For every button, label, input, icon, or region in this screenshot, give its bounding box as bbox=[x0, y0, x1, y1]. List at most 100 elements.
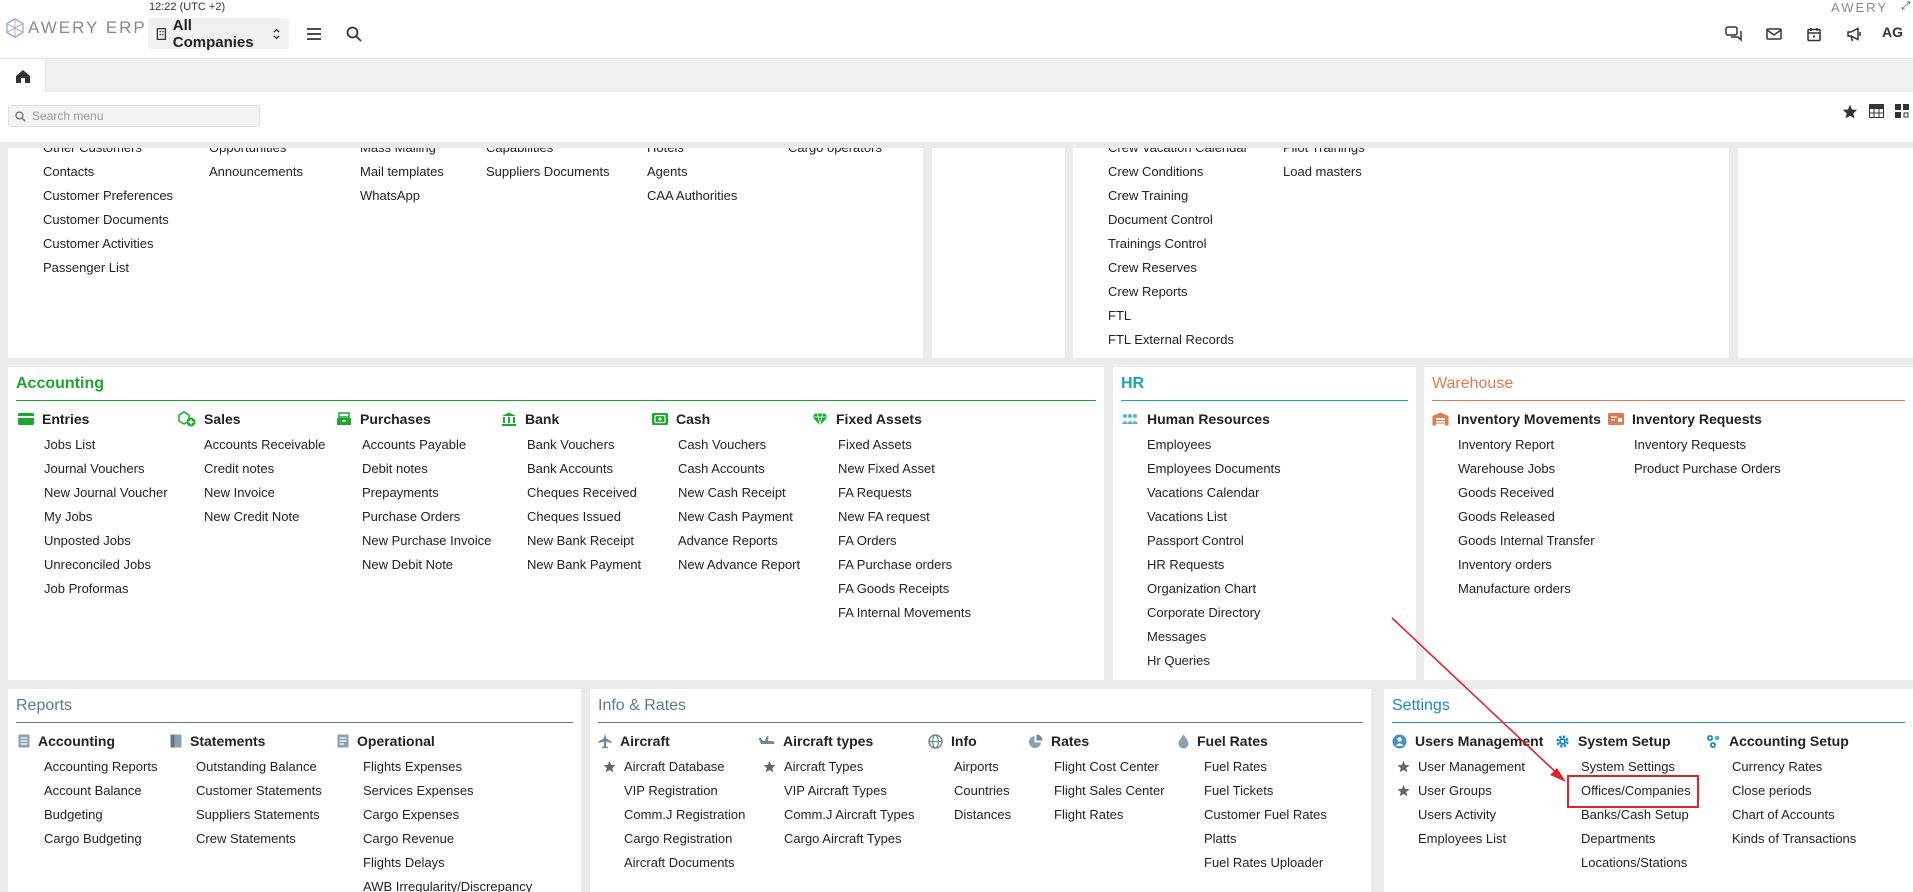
menu-item[interactable]: Job Proformas bbox=[18, 577, 168, 601]
menu-item[interactable]: Cargo Aircraft Types bbox=[758, 827, 915, 851]
menu-item[interactable]: FTL External Records bbox=[1108, 328, 1248, 352]
menu-item[interactable]: Flight Cost Center bbox=[1028, 755, 1165, 779]
menu-item[interactable]: Crew Training bbox=[1108, 184, 1248, 208]
menu-item[interactable]: VIP Registration bbox=[598, 779, 745, 803]
grid-view-button[interactable] bbox=[1893, 102, 1911, 120]
menu-item[interactable]: Journal Vouchers bbox=[18, 457, 168, 481]
menu-item[interactable]: Cash Vouchers bbox=[652, 433, 800, 457]
menu-item[interactable]: Cargo Registration bbox=[598, 827, 745, 851]
menu-item[interactable]: Accounts Receivable bbox=[178, 433, 325, 457]
menu-item[interactable]: Airports bbox=[928, 755, 1011, 779]
star-icon[interactable] bbox=[603, 760, 616, 773]
menu-item[interactable]: Inventory Requests bbox=[1608, 433, 1781, 457]
menu-item[interactable]: Outstanding Balance bbox=[170, 755, 322, 779]
menu-item[interactable]: Vacations List bbox=[1121, 505, 1281, 529]
menu-item[interactable]: Flights Delays bbox=[337, 851, 532, 875]
menu-item[interactable]: Flights Expenses bbox=[337, 755, 532, 779]
menu-item[interactable]: Document Control bbox=[1108, 208, 1248, 232]
menu-item[interactable]: Capabilities bbox=[486, 148, 610, 160]
menu-item[interactable]: My Jobs bbox=[18, 505, 168, 529]
menu-item[interactable]: Customer Statements bbox=[170, 779, 322, 803]
star-icon[interactable] bbox=[1397, 760, 1410, 773]
menu-item[interactable]: FA Orders bbox=[812, 529, 971, 553]
menu-item-favorite[interactable]: Aircraft Database bbox=[598, 755, 745, 779]
menu-item[interactable]: Hotels bbox=[647, 148, 737, 160]
menu-item[interactable]: New Credit Note bbox=[178, 505, 325, 529]
menu-item-offices-companies[interactable]: Offices/Companies bbox=[1555, 779, 1691, 803]
menu-item[interactable]: New Advance Report bbox=[652, 553, 800, 577]
menu-item[interactable]: Customer Activities bbox=[43, 232, 173, 256]
menu-toggle-button[interactable] bbox=[302, 22, 326, 46]
menu-item[interactable]: Banks/Cash Setup bbox=[1555, 803, 1691, 827]
search-menu-input[interactable] bbox=[32, 109, 252, 123]
menu-item[interactable]: Suppliers Documents bbox=[486, 160, 610, 184]
home-tab[interactable] bbox=[0, 59, 46, 93]
menu-item[interactable]: Platts bbox=[1178, 827, 1327, 851]
calendar-button[interactable] bbox=[1802, 22, 1826, 46]
menu-item[interactable]: WhatsApp bbox=[360, 184, 444, 208]
menu-item[interactable]: Cargo Expenses bbox=[337, 803, 532, 827]
menu-item[interactable]: Users Activity bbox=[1392, 803, 1543, 827]
menu-item[interactable]: Hr Queries bbox=[1121, 649, 1281, 673]
menu-item[interactable]: Messages bbox=[1121, 625, 1281, 649]
menu-item[interactable]: Crew Reserves bbox=[1108, 256, 1248, 280]
menu-item[interactable]: Goods Received bbox=[1432, 481, 1601, 505]
menu-item[interactable]: FTL bbox=[1108, 304, 1248, 328]
menu-item[interactable]: Bank Vouchers bbox=[501, 433, 641, 457]
menu-item[interactable]: Accounting Reports bbox=[18, 755, 157, 779]
menu-item[interactable]: CAA Authorities bbox=[647, 184, 737, 208]
menu-item[interactable]: Currency Rates bbox=[1706, 755, 1856, 779]
menu-item[interactable]: Corporate Directory bbox=[1121, 601, 1281, 625]
menu-item[interactable]: Countries bbox=[928, 779, 1011, 803]
announcements-button[interactable] bbox=[1842, 22, 1866, 46]
menu-item[interactable]: Warehouse Jobs bbox=[1432, 457, 1601, 481]
menu-item[interactable]: Jobs List bbox=[18, 433, 168, 457]
menu-item[interactable]: Employees List bbox=[1392, 827, 1543, 851]
menu-item[interactable]: Close periods bbox=[1706, 779, 1856, 803]
menu-item[interactable]: Customer Documents bbox=[43, 208, 173, 232]
menu-item[interactable]: Passport Control bbox=[1121, 529, 1281, 553]
menu-item[interactable]: Budgeting bbox=[18, 803, 157, 827]
menu-item[interactable]: Cargo operators bbox=[788, 148, 882, 160]
menu-item[interactable]: Agents bbox=[647, 160, 737, 184]
menu-item[interactable]: Cheques Received bbox=[501, 481, 641, 505]
menu-item[interactable]: New Cash Payment bbox=[652, 505, 800, 529]
menu-item[interactable]: Fuel Rates Uploader bbox=[1178, 851, 1327, 875]
menu-item[interactable]: Unreconciled Jobs bbox=[18, 553, 168, 577]
menu-item[interactable]: Departments bbox=[1555, 827, 1691, 851]
menu-item[interactable]: FA Goods Receipts bbox=[812, 577, 971, 601]
menu-item[interactable]: FA Purchase orders bbox=[812, 553, 971, 577]
menu-item[interactable]: Customer Preferences bbox=[43, 184, 173, 208]
menu-item[interactable]: Goods Released bbox=[1432, 505, 1601, 529]
menu-item[interactable]: Passenger List bbox=[43, 256, 173, 280]
global-search-button[interactable] bbox=[342, 22, 366, 46]
menu-item[interactable]: New Bank Receipt bbox=[501, 529, 641, 553]
menu-item[interactable]: Cargo Revenue bbox=[337, 827, 532, 851]
menu-item[interactable]: Trainings Control bbox=[1108, 232, 1248, 256]
menu-item[interactable]: New Journal Voucher bbox=[18, 481, 168, 505]
menu-item[interactable]: Manufacture orders bbox=[1432, 577, 1601, 601]
menu-item[interactable]: Advance Reports bbox=[652, 529, 800, 553]
menu-item[interactable]: Crew Conditions bbox=[1108, 160, 1248, 184]
menu-item[interactable]: Goods Internal Transfer bbox=[1432, 529, 1601, 553]
menu-item[interactable]: Aircraft Documents bbox=[598, 851, 745, 875]
menu-item[interactable]: Employees bbox=[1121, 433, 1281, 457]
menu-item[interactable]: VIP Aircraft Types bbox=[758, 779, 915, 803]
menu-item[interactable]: Chart of Accounts bbox=[1706, 803, 1856, 827]
awery-logo[interactable]: AWERY ERP bbox=[6, 18, 147, 38]
menu-item[interactable]: Unposted Jobs bbox=[18, 529, 168, 553]
menu-item[interactable]: Employees Documents bbox=[1121, 457, 1281, 481]
menu-item[interactable]: New Bank Payment bbox=[501, 553, 641, 577]
menu-item[interactable]: Announcements bbox=[209, 160, 303, 184]
menu-item[interactable]: Cash Accounts bbox=[652, 457, 800, 481]
menu-item-favorite[interactable]: User Management bbox=[1392, 755, 1543, 779]
menu-item[interactable]: Organization Chart bbox=[1121, 577, 1281, 601]
menu-item[interactable]: Suppliers Statements bbox=[170, 803, 322, 827]
expand-icon[interactable]: ⤢ bbox=[1901, 0, 1910, 13]
menu-item[interactable]: Purchase Orders bbox=[336, 505, 491, 529]
search-menu-box[interactable] bbox=[8, 105, 260, 127]
menu-item[interactable]: Flight Rates bbox=[1028, 803, 1165, 827]
menu-item[interactable]: New Debit Note bbox=[336, 553, 491, 577]
menu-item[interactable]: Inventory orders bbox=[1432, 553, 1601, 577]
menu-item[interactable]: Comm.J Registration bbox=[598, 803, 745, 827]
